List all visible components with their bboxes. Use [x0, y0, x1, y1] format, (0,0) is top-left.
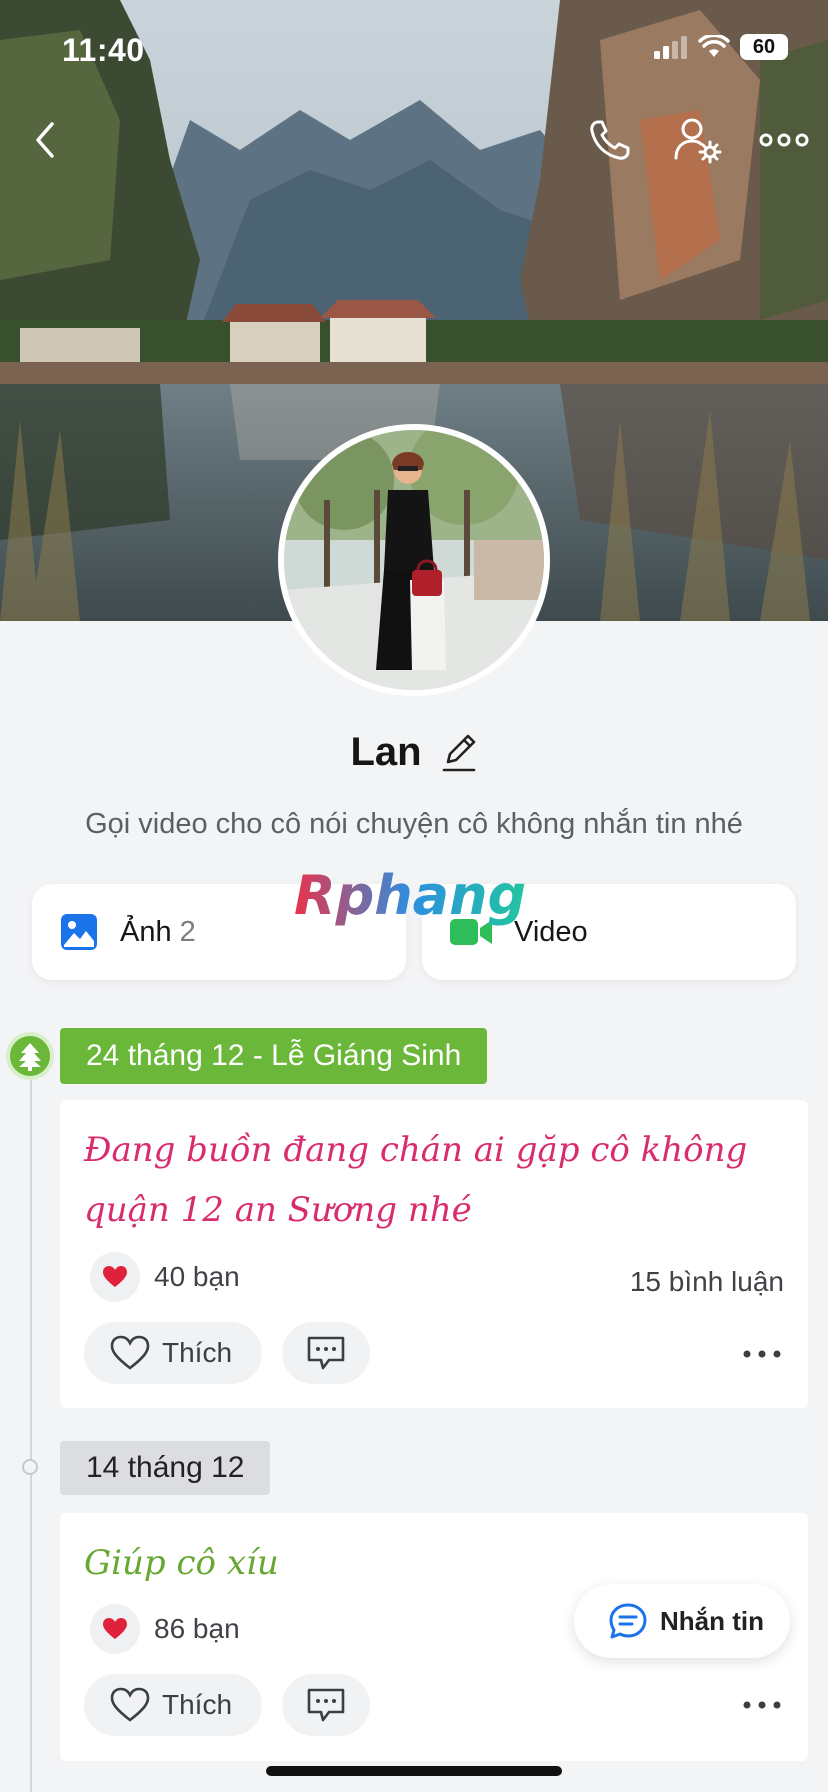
comment-button[interactable]	[282, 1322, 370, 1384]
edit-icon[interactable]	[440, 732, 478, 774]
post-card[interactable]: Đang buồn đang chán ai gặp cô không quận…	[60, 1100, 808, 1408]
home-indicator	[266, 1766, 562, 1776]
post-more-icon[interactable]	[742, 1344, 782, 1364]
like-button[interactable]: Thích	[84, 1322, 262, 1384]
back-button[interactable]	[26, 118, 66, 162]
heart-outline-icon	[110, 1335, 150, 1370]
photo-icon	[61, 914, 97, 950]
like-label: Thích	[162, 1337, 233, 1368]
status-bar: 11:40 60	[0, 0, 828, 100]
comment-icon	[307, 1688, 345, 1722]
like-button[interactable]: Thích	[84, 1674, 262, 1736]
profile-name-row: Lan	[0, 730, 828, 775]
message-label: Nhắn tin	[660, 1605, 764, 1636]
comment-count[interactable]: 15 bình luận	[630, 1266, 784, 1298]
comment-button[interactable]	[282, 1674, 370, 1736]
phone-icon	[590, 120, 630, 160]
post-text: Đang buồn đang chán ai gặp cô không quận…	[84, 1130, 748, 1230]
status-time: 11:40	[62, 32, 145, 68]
reaction-summary[interactable]: 40 bạn	[90, 1252, 240, 1302]
call-button[interactable]	[584, 116, 634, 166]
post-more-icon[interactable]	[742, 1695, 782, 1715]
timeline-marker-holiday	[6, 1032, 54, 1080]
watermark-text: Rphang	[294, 864, 526, 927]
friend-settings-button[interactable]	[672, 114, 724, 166]
reaction-count: 86 bạn	[154, 1613, 240, 1644]
profile-status: Gọi video cho cô nói chuyện cô không nhắ…	[85, 808, 743, 840]
wifi-icon	[698, 35, 730, 57]
heart-reaction-icon	[90, 1604, 140, 1654]
photos-label: Ảnh	[120, 915, 172, 948]
message-button[interactable]: Nhắn tin	[574, 1584, 790, 1658]
timeline-date: 14 tháng 12	[60, 1441, 271, 1495]
back-icon	[36, 122, 54, 158]
friend-settings-icon	[674, 118, 722, 164]
christmas-tree-icon	[19, 1043, 41, 1071]
reaction-count: 40 bạn	[154, 1261, 240, 1292]
heart-reaction-icon	[90, 1252, 140, 1302]
reaction-summary[interactable]: 86 bạn	[90, 1604, 240, 1654]
profile-name: Lan	[350, 730, 422, 774]
more-icon	[759, 133, 809, 147]
more-options-button[interactable]	[758, 122, 810, 158]
status-indicators: 60	[654, 34, 788, 60]
battery-level: 60	[752, 35, 776, 58]
profile-top-actions	[0, 110, 828, 170]
photos-count: 2	[179, 915, 196, 948]
message-icon	[609, 1603, 647, 1639]
watermark-logo: Rphang	[294, 864, 526, 927]
profile-avatar[interactable]	[278, 424, 550, 696]
comment-icon	[307, 1336, 345, 1370]
battery-icon: 60	[740, 34, 788, 60]
signal-icon	[654, 36, 687, 59]
timeline-marker	[22, 1459, 38, 1475]
timeline-line	[30, 1060, 32, 1792]
timeline-date-holiday: 24 tháng 12 - Lễ Giáng Sinh	[60, 1028, 488, 1084]
heart-outline-icon	[110, 1687, 150, 1722]
like-label: Thích	[162, 1689, 233, 1720]
